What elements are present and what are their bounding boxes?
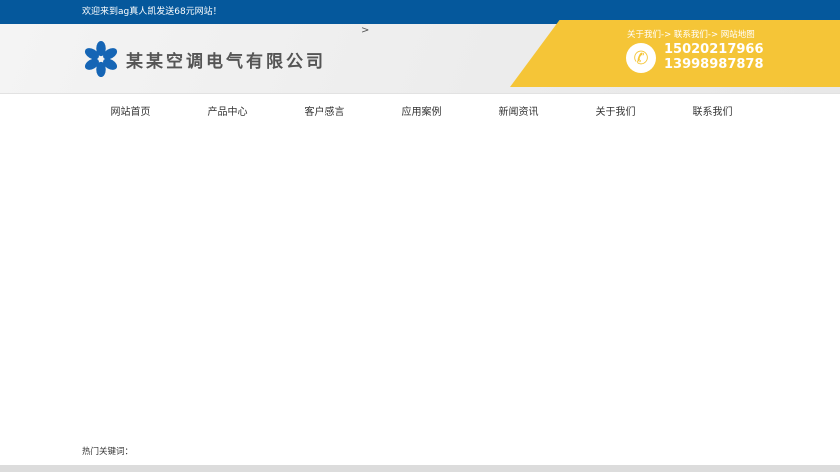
logo[interactable]: 某某空调电气有限公司 — [82, 39, 326, 79]
phone-2: 13998987878 — [664, 57, 764, 72]
nav-news[interactable]: 新闻资讯 — [470, 103, 567, 118]
phone-1: 15020217966 — [664, 42, 764, 57]
footer-bar — [0, 465, 840, 472]
main-nav: 网站首页 产品中心 客户感言 应用案例 新闻资讯 关于我们 联系我们 — [0, 94, 840, 126]
nav-contact[interactable]: 联系我们 — [664, 103, 761, 118]
arrow-text: > — [361, 25, 370, 36]
phone-icon: ✆ — [626, 43, 656, 73]
flower-logo-icon — [84, 40, 118, 78]
phone-numbers: 15020217966 13998987878 — [664, 42, 764, 72]
nav-testimonials[interactable]: 客户感言 — [276, 103, 373, 118]
header: > 某某空调电气有限公司 关于我们-> 联系我们-> 网站地图 ✆ 150202… — [0, 20, 840, 94]
welcome-text: 欢迎来到ag真人凯发送68元网站！ — [82, 7, 222, 17]
hot-keywords-label: 热门关键词： — [82, 447, 134, 457]
nav-home[interactable]: 网站首页 — [82, 103, 179, 118]
nav-about[interactable]: 关于我们 — [567, 103, 664, 118]
company-name: 某某空调电气有限公司 — [126, 51, 326, 72]
nav-cases[interactable]: 应用案例 — [373, 103, 470, 118]
quick-links[interactable]: 关于我们-> 联系我们-> 网站地图 — [627, 28, 755, 40]
nav-products[interactable]: 产品中心 — [179, 103, 276, 118]
